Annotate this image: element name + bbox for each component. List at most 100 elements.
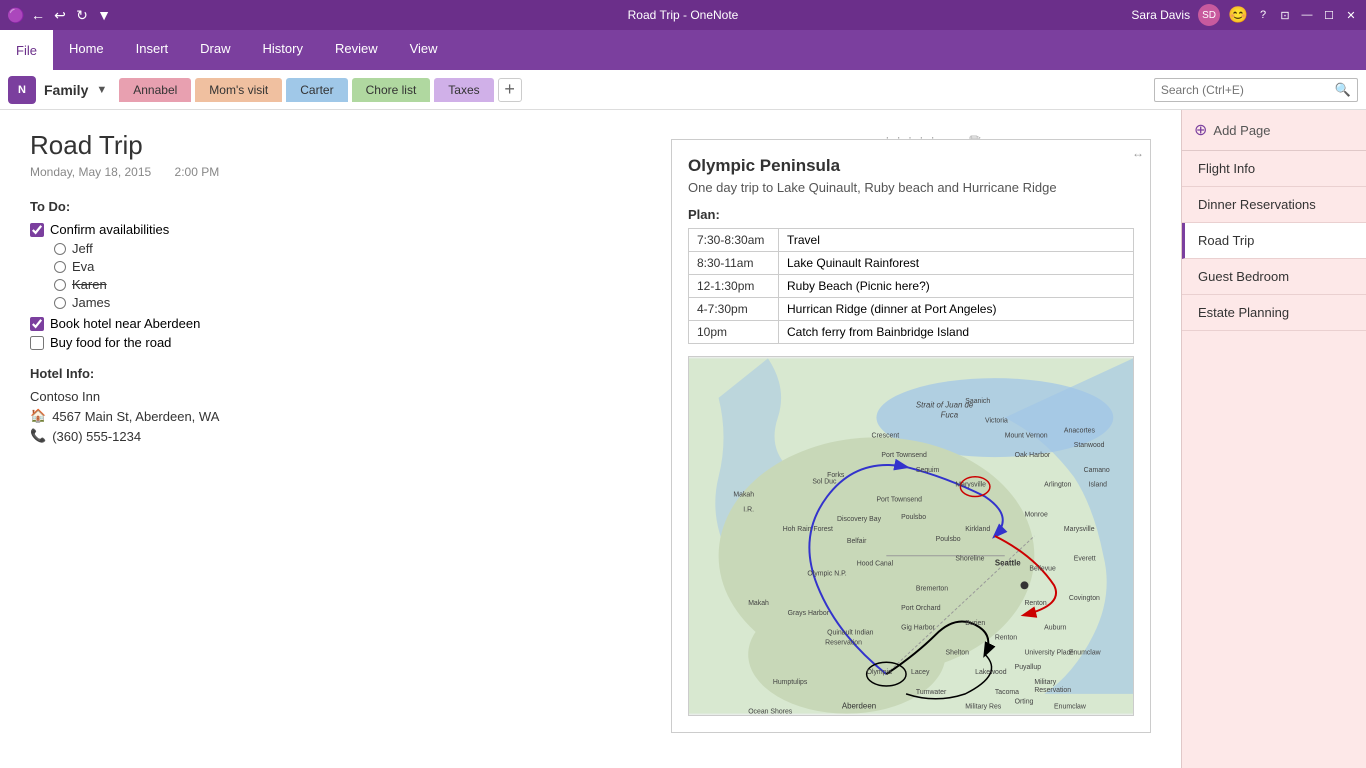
maximize-button[interactable]: ☐ bbox=[1322, 8, 1336, 22]
svg-text:Renton: Renton bbox=[995, 635, 1017, 642]
tab-annabel[interactable]: Annabel bbox=[119, 78, 191, 102]
todo-book-checkbox[interactable] bbox=[30, 317, 44, 331]
tab-file[interactable]: File bbox=[0, 30, 53, 70]
svg-text:Enumclaw: Enumclaw bbox=[1069, 649, 1101, 656]
svg-text:Sol Duc: Sol Duc bbox=[812, 479, 837, 486]
map-image: Strait of Juan de Fuca Oak Harbor Arling… bbox=[688, 356, 1134, 716]
svg-text:Sequim: Sequim bbox=[916, 467, 940, 474]
svg-text:Makah: Makah bbox=[733, 492, 754, 499]
person-karen-label: Karen bbox=[72, 277, 107, 292]
svg-text:Camano: Camano bbox=[1084, 467, 1110, 474]
svg-text:Port Townsend: Port Townsend bbox=[876, 496, 922, 503]
svg-text:Grays Harbor: Grays Harbor bbox=[788, 610, 830, 617]
svg-text:Bellevue: Bellevue bbox=[1029, 566, 1056, 573]
svg-text:Kirkland: Kirkland bbox=[965, 526, 990, 533]
svg-text:Military Res: Military Res bbox=[965, 704, 1002, 711]
sidebar-item-estate[interactable]: Estate Planning bbox=[1182, 295, 1366, 331]
minimize-button[interactable]: — bbox=[1300, 8, 1314, 22]
map-svg: Strait of Juan de Fuca Oak Harbor Arling… bbox=[689, 357, 1133, 715]
svg-text:University Place: University Place bbox=[1024, 649, 1074, 656]
tab-carter[interactable]: Carter bbox=[286, 78, 347, 102]
time-cell: 8:30-11am bbox=[689, 252, 779, 275]
redo-icon[interactable]: ↻ bbox=[74, 7, 90, 23]
notebook-dropdown-arrow[interactable]: ▼ bbox=[96, 84, 107, 96]
tab-taxes[interactable]: Taxes bbox=[434, 78, 493, 102]
add-page-button[interactable]: ⊕ Add Page bbox=[1182, 110, 1366, 151]
svg-text:Stanwood: Stanwood bbox=[1074, 442, 1105, 449]
svg-text:Puyallup: Puyallup bbox=[1015, 664, 1042, 671]
note-title: Olympic Peninsula bbox=[688, 156, 1134, 176]
undo-icon[interactable]: ↩ bbox=[52, 7, 68, 23]
sidebar-item-roadtrip[interactable]: Road Trip bbox=[1182, 223, 1366, 259]
person-jeff-label: Jeff bbox=[72, 241, 93, 256]
tab-home[interactable]: Home bbox=[53, 30, 120, 70]
todo-confirm-checkbox[interactable] bbox=[30, 223, 44, 237]
svg-text:Renton: Renton bbox=[1024, 600, 1046, 607]
tab-draw[interactable]: Draw bbox=[184, 30, 246, 70]
hotel-phone: (360) 555-1234 bbox=[52, 429, 141, 444]
radio-eva[interactable] bbox=[54, 261, 66, 273]
svg-text:Covington: Covington bbox=[1069, 595, 1100, 602]
note-frame: · · · · · ↔ Olympic Peninsula One day tr… bbox=[671, 139, 1151, 733]
svg-text:Burien: Burien bbox=[965, 620, 985, 627]
svg-text:Aberdeen: Aberdeen bbox=[842, 702, 876, 711]
sidebar-item-guest[interactable]: Guest Bedroom bbox=[1182, 259, 1366, 295]
plan-label: Plan: bbox=[688, 207, 1134, 222]
radio-jeff[interactable] bbox=[54, 243, 66, 255]
svg-text:Reservation: Reservation bbox=[825, 640, 862, 647]
svg-text:Enumclaw: Enumclaw bbox=[1054, 704, 1086, 711]
resize-handle[interactable]: ↔ bbox=[1132, 146, 1144, 160]
tab-chorelist[interactable]: Chore list bbox=[352, 78, 431, 102]
todo-food-checkbox[interactable] bbox=[30, 336, 44, 350]
back-icon[interactable]: ← bbox=[30, 7, 46, 23]
hotel-address: 4567 Main St, Aberdeen, WA bbox=[52, 409, 219, 424]
address-icon: 🏠 bbox=[30, 408, 46, 424]
tab-view[interactable]: View bbox=[394, 30, 454, 70]
svg-text:Military: Military bbox=[1034, 679, 1056, 686]
schedule-table: 7:30-8:30am Travel 8:30-11am Lake Quinau… bbox=[688, 228, 1134, 344]
table-row: 4-7:30pm Hurrican Ridge (dinner at Port … bbox=[689, 298, 1134, 321]
notebook-name[interactable]: Family bbox=[44, 82, 88, 98]
add-page-label: Add Page bbox=[1213, 123, 1270, 138]
page-sidebar: ⊕ Add Page Flight Info Dinner Reservatio… bbox=[1181, 110, 1366, 768]
add-page-icon: ⊕ bbox=[1194, 120, 1207, 140]
svg-text:Mount Vernon: Mount Vernon bbox=[1005, 432, 1048, 439]
svg-text:Victoria: Victoria bbox=[985, 418, 1008, 425]
user-name: Sara Davis bbox=[1131, 8, 1190, 22]
hotel-phone-row: 📞 (360) 555-1234 bbox=[30, 428, 661, 444]
svg-text:Monroe: Monroe bbox=[1024, 511, 1048, 518]
tab-momsvisit[interactable]: Mom's visit bbox=[195, 78, 282, 102]
svg-text:Marysville: Marysville bbox=[1064, 526, 1095, 533]
more-icon[interactable]: ▼ bbox=[96, 7, 112, 23]
add-tab-button[interactable]: + bbox=[498, 78, 522, 102]
person-jeff: Jeff bbox=[54, 241, 661, 256]
search-icon[interactable]: 🔍 bbox=[1335, 82, 1351, 98]
help-button[interactable]: ? bbox=[1256, 8, 1270, 22]
sidebar-item-dinner[interactable]: Dinner Reservations bbox=[1182, 187, 1366, 223]
content-area: ✏ Road Trip Monday, May 18, 2015 2:00 PM… bbox=[0, 110, 1181, 768]
tab-history[interactable]: History bbox=[247, 30, 319, 70]
onenote-icon: 🟣 bbox=[8, 7, 24, 23]
svg-text:Hood Canal: Hood Canal bbox=[857, 561, 894, 568]
radio-james[interactable] bbox=[54, 297, 66, 309]
svg-text:Tacoma: Tacoma bbox=[995, 689, 1019, 696]
svg-text:Anacortes: Anacortes bbox=[1064, 427, 1096, 434]
close-button[interactable]: ✕ bbox=[1344, 8, 1358, 22]
svg-text:Lakewood: Lakewood bbox=[975, 669, 1007, 676]
notebook-logo: N bbox=[8, 76, 36, 104]
settings-button[interactable]: ⊡ bbox=[1278, 8, 1292, 22]
svg-text:Shoreline: Shoreline bbox=[955, 556, 984, 563]
svg-text:Quinault Indian: Quinault Indian bbox=[827, 630, 874, 637]
sidebar-item-flight[interactable]: Flight Info bbox=[1182, 151, 1366, 187]
radio-karen[interactable] bbox=[54, 279, 66, 291]
activity-cell: Travel bbox=[779, 229, 1134, 252]
person-james: James bbox=[54, 295, 661, 310]
todo-book: Book hotel near Aberdeen bbox=[30, 316, 661, 331]
tab-insert[interactable]: Insert bbox=[120, 30, 185, 70]
svg-text:Humptulips: Humptulips bbox=[773, 679, 808, 686]
search-input[interactable] bbox=[1161, 83, 1331, 97]
ribbon: File Home Insert Draw History Review Vie… bbox=[0, 30, 1366, 70]
time-cell: 7:30-8:30am bbox=[689, 229, 779, 252]
emoji-icon: 😊 bbox=[1228, 5, 1248, 25]
tab-review[interactable]: Review bbox=[319, 30, 394, 70]
